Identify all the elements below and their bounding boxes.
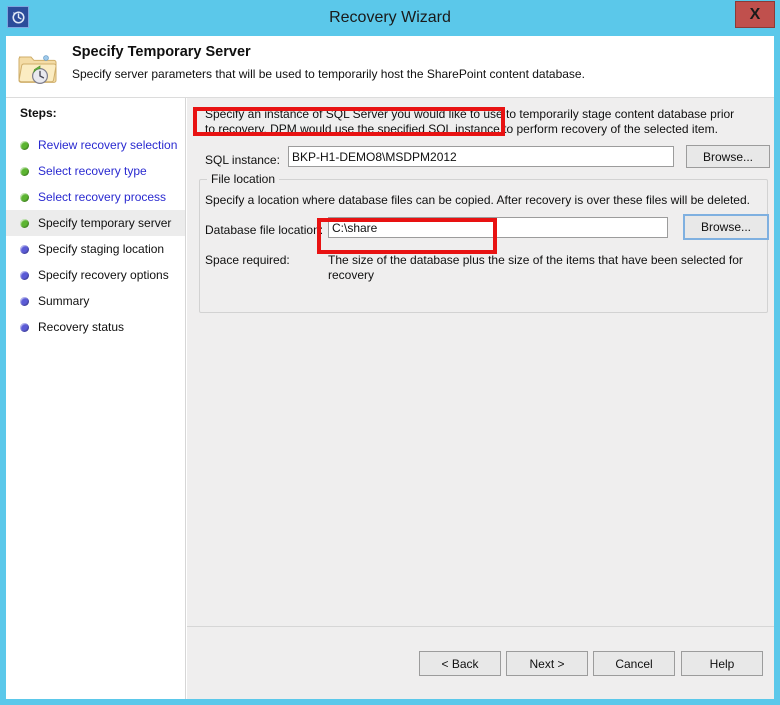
steps-list: Review recovery selection Select recover…: [6, 132, 185, 340]
file-location-description: Specify a location where database files …: [205, 193, 750, 207]
space-required-label: Space required:: [205, 253, 290, 267]
sql-instance-label: SQL instance:: [205, 153, 280, 167]
sidebar-item-label: Recovery status: [38, 320, 125, 334]
steps-heading: Steps:: [20, 106, 57, 120]
step-status-dot-icon: [20, 140, 29, 150]
sidebar-item-label: Select recovery process: [38, 190, 167, 204]
database-file-location-label: Database file location:: [205, 223, 324, 237]
help-button[interactable]: Help: [681, 651, 763, 676]
wizard-header: Specify Temporary Server Specify server …: [6, 36, 774, 98]
sidebar-item-review-recovery-selection[interactable]: Review recovery selection: [6, 132, 185, 158]
sql-instance-input[interactable]: [288, 146, 674, 167]
step-status-dot-icon: [20, 166, 29, 176]
space-required-value: The size of the database plus the size o…: [328, 253, 743, 282]
back-button[interactable]: < Back: [419, 651, 501, 676]
step-status-dot-icon: [20, 192, 29, 202]
cancel-button[interactable]: Cancel: [593, 651, 675, 676]
database-file-location-browse-button[interactable]: Browse...: [683, 214, 769, 240]
window-body: Specify Temporary Server Specify server …: [6, 36, 774, 699]
step-status-dot-icon: [20, 244, 29, 254]
page-subtitle: Specify server parameters that will be u…: [72, 67, 585, 81]
sidebar-item-select-recovery-process[interactable]: Select recovery process: [6, 184, 185, 210]
recovery-wizard-window: Recovery Wizard X Specify Temporary Serv…: [0, 0, 780, 705]
step-status-dot-icon: [20, 218, 29, 228]
sidebar-item-label: Specify staging location: [38, 242, 165, 256]
sidebar-item-label: Review recovery selection: [38, 138, 178, 152]
wizard-footer: < Back Next > Cancel Help: [187, 626, 774, 699]
sidebar-item-label: Summary: [38, 294, 90, 308]
sql-instance-browse-button[interactable]: Browse...: [686, 145, 770, 168]
window-title: Recovery Wizard: [329, 9, 451, 26]
folder-recovery-icon: [16, 48, 58, 88]
close-icon[interactable]: X: [735, 1, 775, 28]
steps-sidebar: Steps: Review recovery selection Select …: [6, 98, 186, 699]
main-content: Specify an instance of SQL Server you wo…: [187, 98, 774, 699]
sidebar-item-label: Select recovery type: [38, 164, 147, 178]
intro-description: Specify an instance of SQL Server you wo…: [205, 107, 735, 136]
sidebar-item-recovery-status[interactable]: Recovery status: [6, 314, 185, 340]
next-button[interactable]: Next >: [506, 651, 588, 676]
step-status-dot-icon: [20, 270, 29, 280]
step-status-dot-icon: [20, 322, 29, 332]
file-location-legend: File location: [207, 172, 280, 186]
title-bar: Recovery Wizard X: [0, 0, 780, 36]
page-title: Specify Temporary Server: [72, 44, 251, 60]
sidebar-item-select-recovery-type[interactable]: Select recovery type: [6, 158, 185, 184]
sidebar-item-specify-staging-location[interactable]: Specify staging location: [6, 236, 185, 262]
sidebar-item-label: Specify temporary server: [38, 216, 172, 230]
database-file-location-input[interactable]: [328, 217, 668, 238]
sidebar-item-label: Specify recovery options: [38, 268, 169, 282]
sidebar-item-specify-recovery-options[interactable]: Specify recovery options: [6, 262, 185, 288]
sidebar-item-specify-temporary-server[interactable]: Specify temporary server: [6, 210, 185, 236]
sidebar-item-summary[interactable]: Summary: [6, 288, 185, 314]
step-status-dot-icon: [20, 296, 29, 306]
